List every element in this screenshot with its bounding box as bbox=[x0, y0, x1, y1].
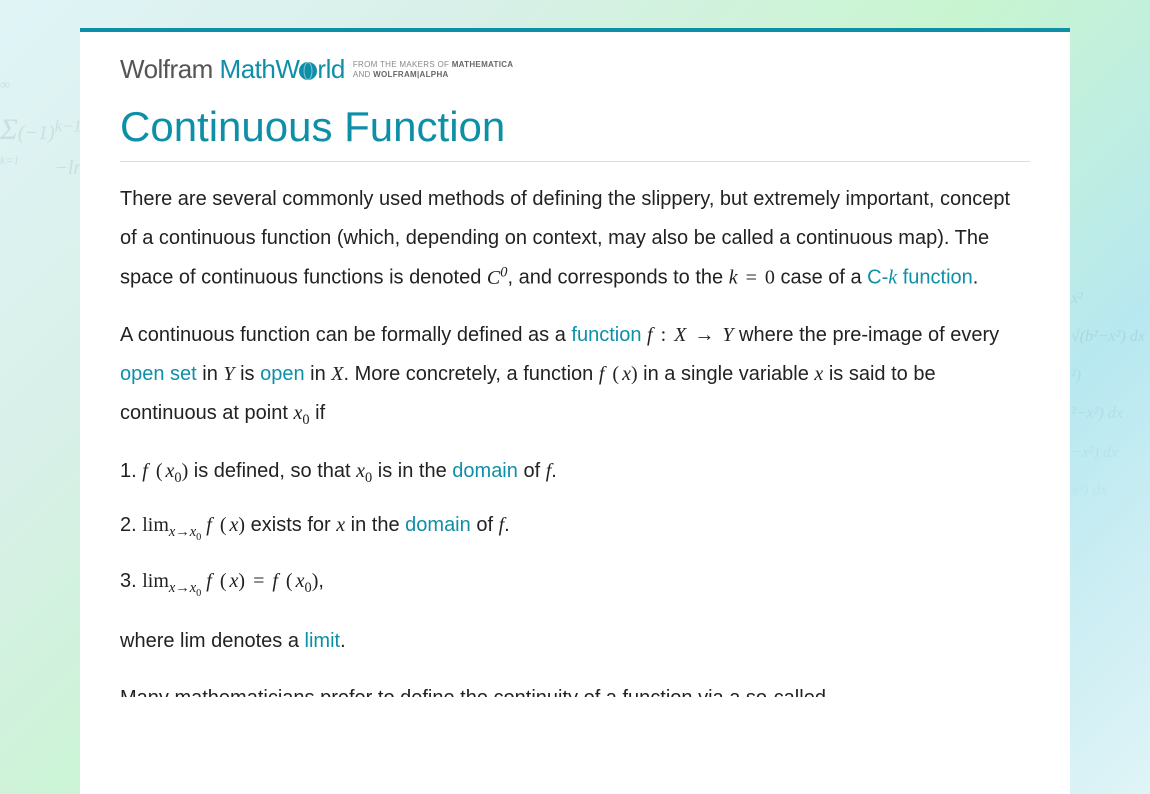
paragraph-intro: There are several commonly used methods … bbox=[120, 180, 1030, 298]
globe-icon bbox=[299, 62, 317, 80]
condition-3: 3. limx→x0 f (x) = f (x0), bbox=[120, 562, 1030, 604]
logo-tagline: FROM THE MAKERS OF MATHEMATICA AND WOLFR… bbox=[353, 60, 514, 79]
link-open-set[interactable]: open set bbox=[120, 363, 197, 385]
link-domain-1[interactable]: domain bbox=[452, 460, 518, 482]
link-limit[interactable]: limit bbox=[305, 630, 341, 652]
link-open[interactable]: open bbox=[260, 363, 305, 385]
paragraph-cutoff: Many mathematicians prefer to define the… bbox=[120, 679, 1030, 697]
bg-formula-right: x²√(b²−x²) dx ²)²−x²) dx −x²) dx x²) dx bbox=[1071, 280, 1145, 510]
condition-1: 1. f (x0) is defined, so that x0 is in t… bbox=[120, 452, 1030, 492]
logo-text: Wolfram MathWrld bbox=[120, 54, 345, 85]
link-function[interactable]: function bbox=[571, 324, 641, 346]
bg-formula-left: ∞ Σ(−1)k−1 k=1 −ln bbox=[0, 90, 82, 170]
article-body: There are several commonly used methods … bbox=[120, 180, 1030, 697]
page-title: Continuous Function bbox=[120, 103, 1030, 162]
main-container: Wolfram MathWrld FROM THE MAKERS OF MATH… bbox=[80, 28, 1070, 794]
link-domain-2[interactable]: domain bbox=[405, 514, 471, 536]
site-logo[interactable]: Wolfram MathWrld FROM THE MAKERS OF MATH… bbox=[120, 54, 1030, 85]
link-ck-function[interactable]: C-k function bbox=[867, 267, 973, 289]
paragraph-definition: A continuous function can be formally de… bbox=[120, 316, 1030, 434]
paragraph-limit-note: where lim denotes a limit. bbox=[120, 622, 1030, 661]
condition-2: 2. limx→x0 f (x) exists for x in the dom… bbox=[120, 506, 1030, 548]
